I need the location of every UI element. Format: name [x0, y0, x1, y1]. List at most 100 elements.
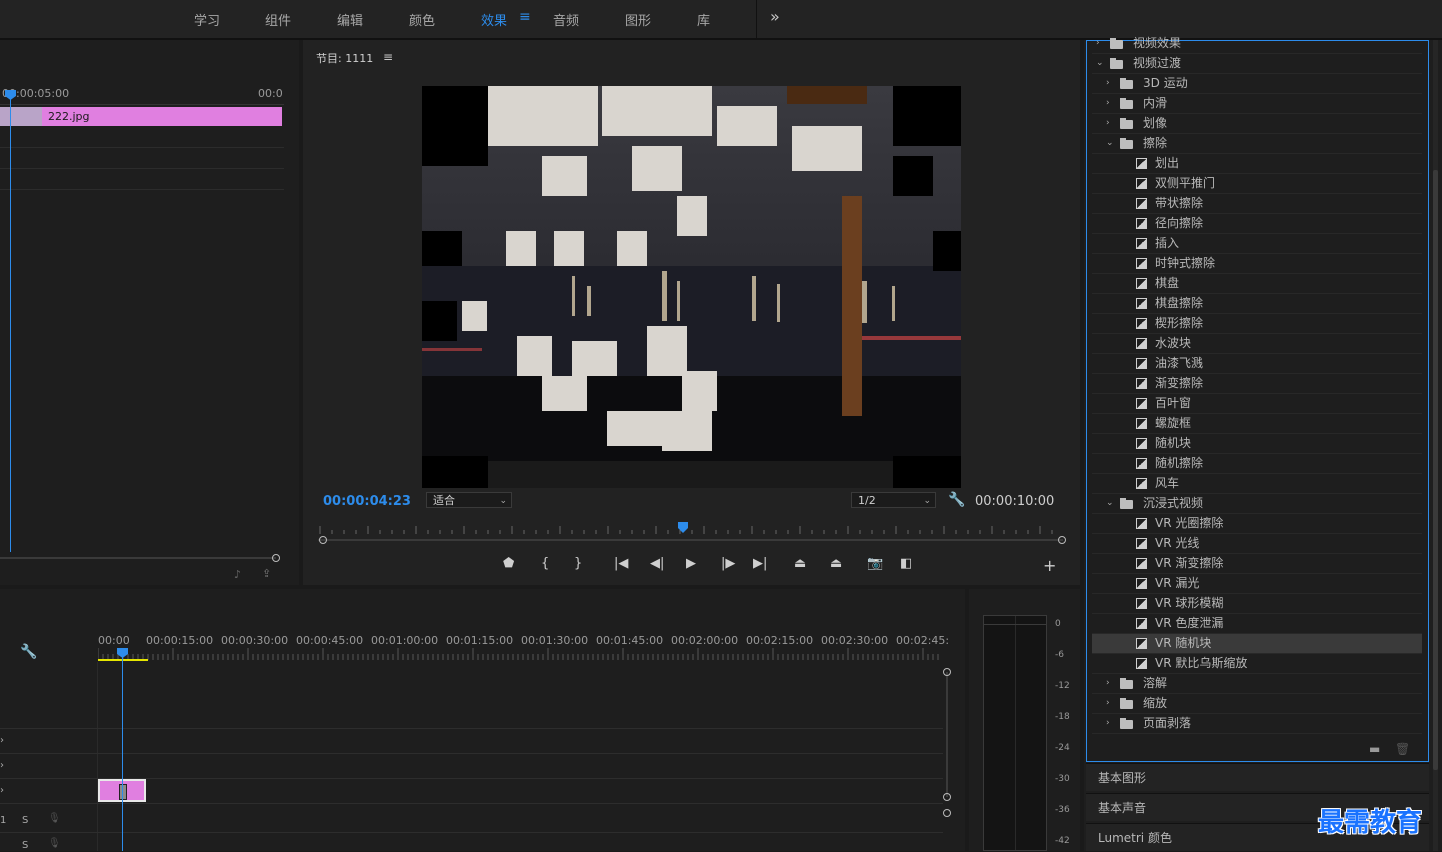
effect-item[interactable]: 渐变擦除 [1092, 374, 1422, 394]
mark-out-button[interactable]: } [574, 556, 582, 571]
effect-folder[interactable]: ⌄ 擦除 [1092, 134, 1422, 154]
effect-item[interactable]: 随机块 [1092, 434, 1422, 454]
effects-scroll-thumb[interactable] [1433, 170, 1438, 770]
chevron-right-icon[interactable]: › [1106, 674, 1110, 693]
workspace-tab[interactable]: 图形 [625, 10, 651, 29]
trash-icon[interactable]: 🗑 [1395, 742, 1410, 756]
effect-folder[interactable]: ⌄ 视频过渡 [1092, 54, 1422, 74]
mark-in-button[interactable]: { [541, 556, 549, 571]
export-icon[interactable]: ⇪ [262, 567, 271, 580]
wrench-icon[interactable]: 🔧 [20, 644, 37, 660]
effect-item[interactable]: 油漆飞溅 [1092, 354, 1422, 374]
effect-item[interactable]: VR 漏光 [1092, 574, 1422, 594]
camera-icon[interactable]: 📷 [867, 556, 883, 571]
effect-item[interactable]: 楔形擦除 [1092, 314, 1422, 334]
effect-item[interactable]: 棋盘 [1092, 274, 1422, 294]
track-toggle-icon[interactable]: › [0, 760, 4, 771]
zoom-handle-left[interactable] [319, 536, 327, 544]
add-button[interactable]: + [1043, 556, 1056, 575]
chevron-right-icon[interactable]: › [1106, 74, 1110, 93]
track-toggle-icon[interactable]: › [0, 735, 4, 746]
effect-item[interactable]: 螺旋框 [1092, 414, 1422, 434]
play-button[interactable]: ▶ [686, 556, 696, 571]
effect-item[interactable]: VR 默比乌斯缩放 [1092, 654, 1422, 674]
effect-item[interactable]: VR 球形模糊 [1092, 594, 1422, 614]
program-scrub-bar[interactable] [318, 520, 1063, 538]
microphone-icon[interactable]: 🎙 [48, 838, 61, 849]
more-workspaces-button[interactable]: » [770, 7, 780, 26]
work-area-bar[interactable] [98, 659, 148, 661]
chevron-right-icon[interactable]: › [1106, 714, 1110, 733]
effect-item[interactable]: 径向擦除 [1092, 214, 1422, 234]
add-marker-button[interactable]: ⬟ [503, 556, 514, 571]
workspace-tab[interactable]: 编辑 [337, 10, 363, 29]
effect-item[interactable]: VR 光圈擦除 [1092, 514, 1422, 534]
chevron-down-icon[interactable]: ⌄ [1106, 134, 1114, 153]
program-zoom-bar[interactable] [318, 539, 1063, 541]
effect-item[interactable]: 双侧平推门 [1092, 174, 1422, 194]
effect-item[interactable]: 棋盘擦除 [1092, 294, 1422, 314]
timeline-playhead[interactable] [122, 652, 123, 851]
effect-item[interactable]: 带状擦除 [1092, 194, 1422, 214]
effect-item[interactable]: 插入 [1092, 234, 1422, 254]
effect-folder[interactable]: › 缩放 [1092, 694, 1422, 714]
workspace-tab[interactable]: 库 [697, 10, 710, 29]
transition-marker[interactable] [0, 107, 42, 126]
chevron-down-icon[interactable]: ⌄ [1096, 54, 1104, 73]
effect-folder[interactable]: › 划像 [1092, 114, 1422, 134]
wrench-icon[interactable]: 🔧 [948, 492, 965, 508]
scroll-handle[interactable] [943, 809, 951, 817]
essential-graphics-panel[interactable]: 基本图形 [1086, 763, 1429, 791]
workspace-tab[interactable]: 音频 [553, 10, 579, 29]
source-playhead[interactable] [10, 92, 11, 552]
timeline-vscroll[interactable] [946, 672, 948, 797]
effect-item[interactable]: 百叶窗 [1092, 394, 1422, 414]
lift-button[interactable]: ⏏ [794, 556, 806, 571]
effect-item[interactable]: VR 光线 [1092, 534, 1422, 554]
audio-icon[interactable]: ♪ [234, 568, 241, 581]
effect-item[interactable]: VR 渐变擦除 [1092, 554, 1422, 574]
new-bin-icon[interactable]: ▬ [1369, 742, 1380, 756]
transition-handle[interactable] [119, 784, 127, 800]
effect-folder[interactable]: › 3D 运动 [1092, 74, 1422, 94]
effect-item[interactable]: VR 随机块 [1092, 634, 1422, 654]
step-forward-button[interactable]: |▶ [721, 556, 735, 571]
chevron-down-icon[interactable]: ⌄ [1106, 494, 1114, 513]
source-scrollbar[interactable] [0, 557, 276, 559]
clip-222[interactable]: 222.jpg [42, 107, 282, 126]
track-toggle-icon[interactable]: › [0, 785, 4, 796]
resolution-select[interactable]: 1/2 ⌄ [851, 492, 936, 508]
effect-folder[interactable]: › 内滑 [1092, 94, 1422, 114]
scroll-handle[interactable] [943, 793, 951, 801]
microphone-icon[interactable]: 🎙 [48, 813, 61, 824]
effect-item[interactable]: 随机擦除 [1092, 454, 1422, 474]
workspace-tab[interactable]: 效果 [481, 10, 507, 29]
chevron-right-icon[interactable]: › [1106, 94, 1110, 113]
step-back-button[interactable]: ◀| [650, 556, 664, 571]
extract-button[interactable]: ⏏ [830, 556, 842, 571]
chevron-right-icon[interactable]: › [1106, 114, 1110, 133]
chevron-right-icon[interactable]: › [1096, 34, 1100, 53]
timeline-ruler[interactable]: 00:00 00:00:15:00 00:00:30:00 00:00:45:00 00… [98, 632, 949, 662]
workspace-tab[interactable]: 学习 [194, 10, 220, 29]
program-menu-icon[interactable]: ≡ [383, 50, 393, 64]
video-frame[interactable] [422, 86, 961, 488]
workspace-tab[interactable]: 组件 [265, 10, 291, 29]
scroll-end-handle[interactable] [272, 554, 280, 562]
effect-item[interactable]: 时钟式擦除 [1092, 254, 1422, 274]
effect-item[interactable]: 划出 [1092, 154, 1422, 174]
zoom-select[interactable]: 适合 ⌄ [426, 492, 512, 508]
effect-folder[interactable]: › 溶解 [1092, 674, 1422, 694]
chevron-right-icon[interactable]: › [1106, 694, 1110, 713]
effect-item[interactable]: 水波块 [1092, 334, 1422, 354]
go-to-out-button[interactable]: ▶| [753, 556, 767, 571]
source-time-ruler[interactable]: 00:00:05:00 00:0 [0, 84, 284, 105]
zoom-handle-right[interactable] [1058, 536, 1066, 544]
go-to-in-button[interactable]: |◀ [614, 556, 628, 571]
effect-folder[interactable]: ⌄ 沉浸式视频 [1092, 494, 1422, 514]
workspace-tab[interactable]: 颜色 [409, 10, 435, 29]
effect-item[interactable]: 风车 [1092, 474, 1422, 494]
effect-folder[interactable]: › 页面剥落 [1092, 714, 1422, 734]
effect-folder[interactable]: › 视频效果 [1092, 34, 1422, 54]
effect-item[interactable]: VR 色度泄漏 [1092, 614, 1422, 634]
